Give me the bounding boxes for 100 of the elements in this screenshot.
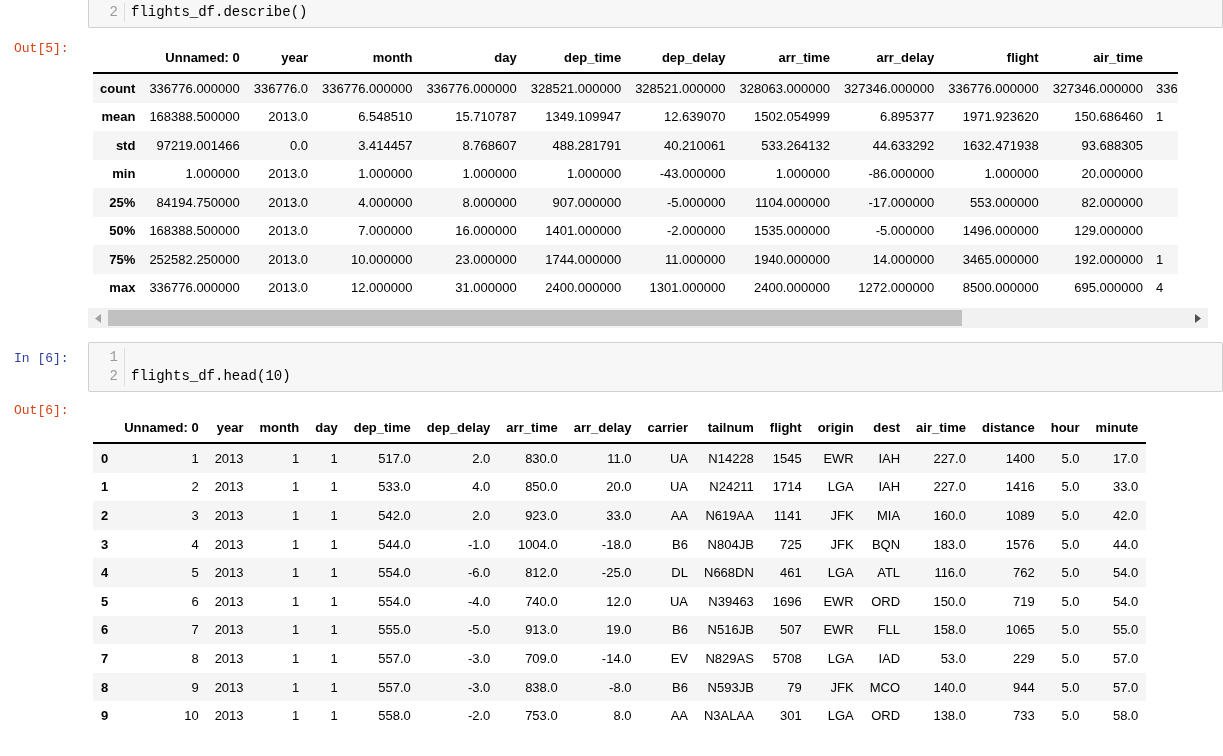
table-cell: 1141 — [761, 501, 810, 530]
table-cell: EV — [639, 644, 696, 673]
table-cell: 2.0 — [418, 443, 499, 473]
table-cell: 1349.109947 — [523, 102, 629, 131]
table-cell: 2013 — [206, 701, 252, 730]
table-cell: -5.000000 — [628, 188, 733, 217]
table-cell: -4.0 — [418, 586, 499, 616]
table-cell: 252582.250000 — [142, 245, 247, 274]
row-label: 9 — [93, 701, 117, 730]
table-cell: 5.0 — [1042, 558, 1088, 587]
table-cell: 719 — [973, 586, 1043, 616]
row-label: mean — [93, 102, 143, 131]
table-cell: 2013 — [206, 672, 252, 702]
table-cell: 1.000000 — [523, 159, 629, 188]
table-cell: 227.0 — [908, 443, 974, 473]
table-cell: 33.0 — [1087, 472, 1147, 502]
table-cell: 555.0 — [345, 615, 419, 645]
table-cell: UA — [639, 443, 696, 473]
table-cell: -2.000000 — [628, 216, 733, 245]
table-cell: 33.0 — [565, 501, 640, 530]
table-cell: 1 — [307, 529, 346, 559]
table-cell: 1971.923620 — [941, 102, 1046, 131]
table-cell: B6 — [639, 529, 696, 559]
table-cell: 557.0 — [345, 672, 419, 702]
table-cell: LGA — [809, 644, 862, 673]
table-cell: N668DN — [696, 558, 762, 587]
table-cell: 1 — [251, 701, 308, 730]
scrollbar-thumb[interactable] — [108, 310, 962, 326]
table-cell: 44.633292 — [836, 131, 942, 160]
table-cell: 97219.001466 — [142, 131, 247, 160]
table-cell: 11.000000 — [628, 245, 733, 274]
table-cell: LGA — [809, 472, 862, 502]
table-cell: 1576 — [973, 529, 1043, 559]
code-cell[interactable]: 1 2 flights_df.head(10) — [88, 342, 1223, 392]
table-cell: EWR — [809, 443, 862, 473]
table-cell: 4.0 — [418, 472, 499, 502]
table-cell: 8.000000 — [419, 188, 524, 217]
table-cell: 2013.0 — [246, 273, 315, 302]
table-cell: 55.0 — [1087, 615, 1147, 645]
table-cell: 830.0 — [498, 443, 566, 473]
table-cell: 327346.000000 — [836, 73, 942, 103]
code-line: flights_df.describe() — [131, 3, 308, 22]
table-cell: 1.000000 — [142, 159, 247, 188]
table-cell: -2.0 — [418, 701, 499, 730]
table-cell: LGA — [809, 701, 862, 730]
table-cell: 1940.000000 — [732, 245, 837, 274]
table-cell: 533.264132 — [732, 131, 837, 160]
table-cell: -17.000000 — [836, 188, 942, 217]
table-cell: 461 — [761, 558, 810, 587]
table-cell: 1.000000 — [941, 159, 1046, 188]
table-cell: FLL — [861, 615, 909, 645]
table-cell: BQN — [861, 529, 909, 559]
table-cell: 907.000000 — [523, 188, 629, 217]
table-cell: B6 — [639, 672, 696, 702]
table-cell: 10 — [116, 701, 207, 730]
table-cell: 944 — [973, 672, 1043, 702]
table-cell: 2013 — [206, 615, 252, 645]
table-cell: 2013 — [206, 586, 252, 616]
table-cell: 336776.0 — [246, 73, 315, 103]
table-cell: N593JB — [696, 672, 762, 702]
table-cell: 5.0 — [1042, 472, 1088, 502]
table-cell: JFK — [809, 672, 862, 702]
table-cell: 1089 — [973, 501, 1043, 530]
table-cell: 58.0 — [1087, 701, 1147, 730]
scrollbar[interactable] — [88, 308, 1208, 328]
table-cell: 2013 — [206, 472, 252, 502]
code-line: flights_df.head(10) — [131, 367, 291, 386]
table-cell: 558.0 — [345, 701, 419, 730]
cell-prompt: In [6]: — [14, 350, 69, 367]
table-cell: -1.0 — [418, 529, 499, 559]
table-cell: 12.0 — [565, 586, 640, 616]
scroll-left-icon[interactable] — [95, 313, 101, 323]
table-cell: 1.000000 — [315, 159, 420, 188]
table-cell: 3 — [116, 501, 207, 530]
table-cell: 5.0 — [1042, 672, 1088, 702]
table-cell: 1301.000000 — [628, 273, 733, 302]
table-cell: 2013 — [206, 443, 252, 473]
scroll-right-icon[interactable] — [1195, 313, 1201, 323]
table-cell: 1 — [251, 586, 308, 616]
table-cell: 17.0 — [1087, 443, 1147, 473]
table-cell: 3465.000000 — [941, 245, 1046, 274]
table-cell: 336776.000000 — [315, 73, 420, 103]
table-cell: -43.000000 — [628, 159, 733, 188]
table-cell: 753.0 — [498, 701, 566, 730]
table-cell: 1065 — [973, 615, 1043, 645]
table-cell: 2400.000000 — [523, 273, 629, 302]
table-cell: 517.0 — [345, 443, 419, 473]
table-cell: 1 — [1150, 245, 1178, 274]
table-cell: 1632.471938 — [941, 131, 1046, 160]
code-cell[interactable]: 2 flights_df.describe() — [88, 0, 1223, 28]
table-cell: 1 — [251, 529, 308, 559]
row-label: 50% — [93, 216, 143, 245]
table-cell: 8.768607 — [419, 131, 524, 160]
table-cell: 2013.0 — [246, 159, 315, 188]
table-cell: 1 — [251, 501, 308, 530]
table-cell: 336776.000000 — [419, 73, 524, 103]
table-cell: 10.000000 — [315, 245, 420, 274]
table-cell: 3.414457 — [315, 131, 420, 160]
table-cell: 733 — [973, 701, 1043, 730]
table-cell: 5.0 — [1042, 615, 1088, 645]
